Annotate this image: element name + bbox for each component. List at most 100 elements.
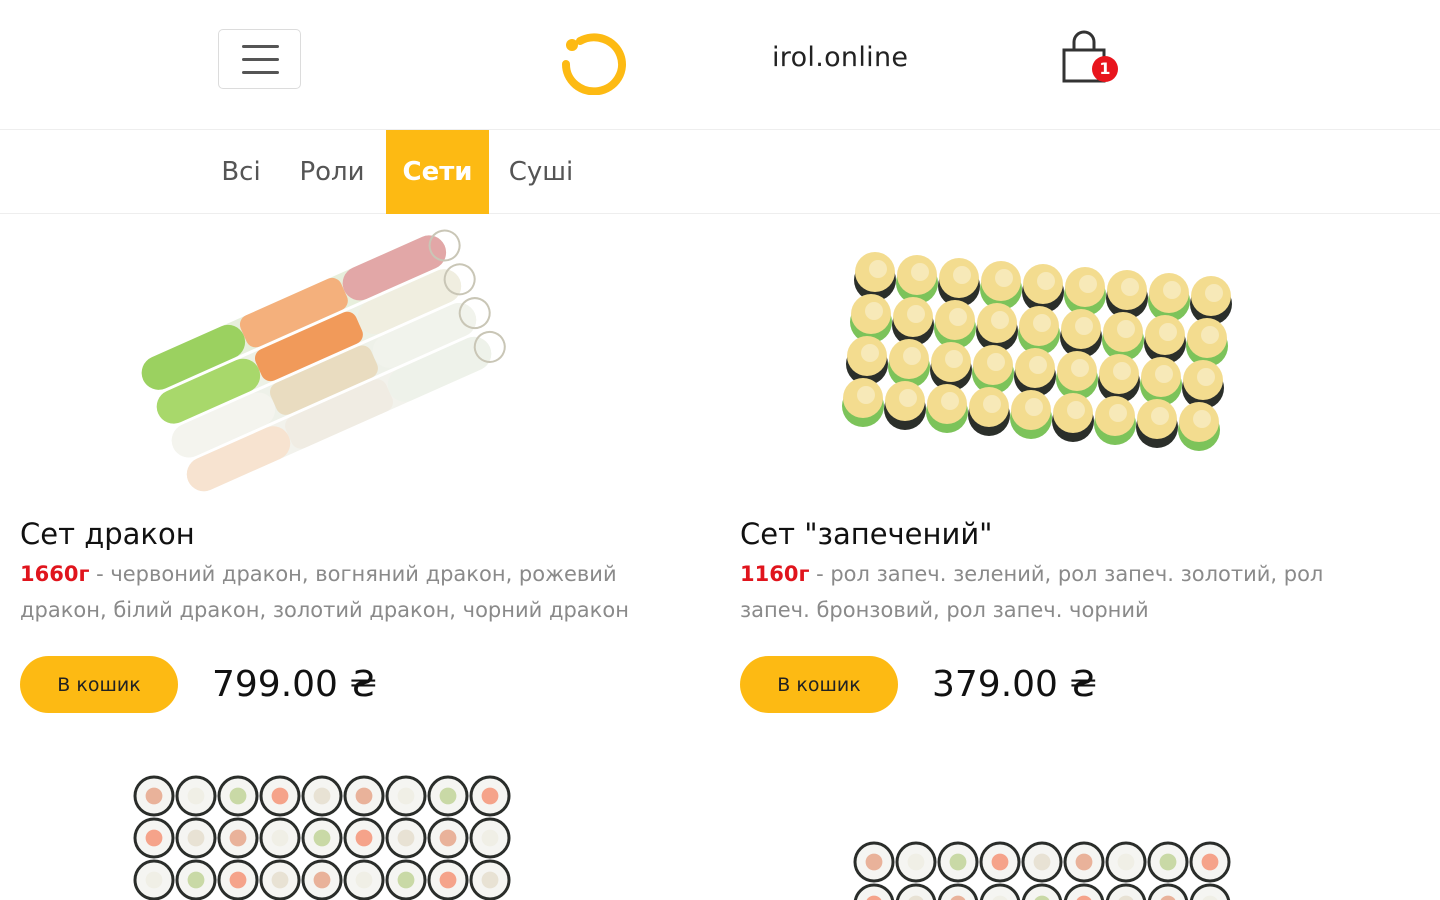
sushi-piece — [229, 829, 247, 847]
sushi-piece — [991, 853, 1009, 871]
add-to-cart-button[interactable]: В кошик — [20, 656, 178, 713]
sushi-piece — [1159, 853, 1177, 871]
sushi-piece — [1033, 853, 1051, 871]
tab-all[interactable]: Всі — [210, 130, 272, 214]
cart-button[interactable]: 1 — [1060, 30, 1124, 86]
sushi-piece — [987, 353, 1005, 371]
sushi-piece — [949, 853, 967, 871]
sushi-piece — [229, 787, 247, 805]
sushi-piece — [991, 311, 1009, 329]
sushi-piece — [481, 829, 499, 847]
sushi-piece — [481, 871, 499, 889]
sushi-piece — [1159, 323, 1177, 341]
sushi-piece — [355, 871, 373, 889]
sushi-piece — [1067, 401, 1085, 419]
sushi-piece — [271, 787, 289, 805]
product-image-maki-set[interactable] — [120, 766, 520, 900]
sushi-piece — [903, 347, 921, 365]
product-title[interactable]: Сет дракон — [20, 514, 195, 554]
product-composition: - рол запеч. зелений, рол запеч. золотий… — [740, 562, 1324, 622]
sushi-piece — [397, 829, 415, 847]
sushi-piece — [869, 260, 887, 278]
sushi-piece — [439, 871, 457, 889]
sushi-piece — [1075, 853, 1093, 871]
sushi-piece — [865, 302, 883, 320]
sushi-piece — [1109, 404, 1127, 422]
sushi-piece — [1117, 320, 1135, 338]
menu-icon-line — [242, 45, 279, 48]
sushi-piece — [481, 787, 499, 805]
sushi-piece — [1079, 275, 1097, 293]
sushi-piece — [1193, 410, 1211, 428]
product-image-baked-set[interactable] — [740, 234, 1440, 484]
menu-button[interactable] — [218, 29, 301, 89]
product-image-dragon-set[interactable] — [20, 229, 720, 492]
sushi-piece — [945, 350, 963, 368]
menu-icon-line — [242, 71, 279, 74]
product-title[interactable]: Сет "запечений" — [740, 514, 993, 554]
sushi-piece — [145, 787, 163, 805]
add-to-cart-button[interactable]: В кошик — [740, 656, 898, 713]
site-name[interactable]: irol.online — [772, 40, 908, 76]
sushi-piece — [229, 871, 247, 889]
sushi-piece — [983, 395, 1001, 413]
sushi-piece — [1121, 278, 1139, 296]
site-header: irol.online 1 — [0, 0, 1440, 130]
sushi-piece — [397, 787, 415, 805]
sushi-piece — [1075, 317, 1093, 335]
sushi-piece — [187, 871, 205, 889]
sushi-piece — [313, 787, 331, 805]
product-description: 1660г - червоний дракон, вогняний дракон… — [20, 556, 660, 628]
product-description: 1160г - рол запеч. зелений, рол запеч. з… — [740, 556, 1380, 628]
sushi-piece — [899, 389, 917, 407]
sushi-piece — [1151, 407, 1169, 425]
sushi-piece — [145, 829, 163, 847]
cart-count-badge: 1 — [1092, 56, 1118, 82]
sushi-piece — [1201, 326, 1219, 344]
sushi-piece — [861, 344, 879, 362]
sushi-piece — [355, 829, 373, 847]
sushi-piece — [1117, 853, 1135, 871]
sushi-piece — [907, 305, 925, 323]
sushi-piece — [1155, 365, 1173, 383]
sushi-piece — [1037, 272, 1055, 290]
sushi-piece — [857, 386, 875, 404]
sushi-piece — [865, 853, 883, 871]
sushi-piece — [1201, 853, 1219, 871]
tab-sushi[interactable]: Суші — [502, 130, 580, 214]
tab-rolls[interactable]: Роли — [292, 130, 372, 214]
sushi-piece — [995, 269, 1013, 287]
product-weight: 1660г — [20, 562, 90, 586]
sushi-piece — [145, 871, 163, 889]
sushi-piece — [1025, 398, 1043, 416]
sushi-piece — [271, 871, 289, 889]
sushi-piece — [907, 853, 925, 871]
sushi-piece — [941, 392, 959, 410]
sushi-piece — [187, 787, 205, 805]
product-composition: - червоний дракон, вогняний дракон, роже… — [20, 562, 629, 622]
sushi-piece — [1205, 284, 1223, 302]
sushi-piece — [355, 787, 373, 805]
tab-sets[interactable]: Сети — [386, 130, 489, 214]
sushi-piece — [397, 871, 415, 889]
sushi-piece — [1033, 314, 1051, 332]
sushi-piece — [271, 829, 289, 847]
sushi-piece — [313, 829, 331, 847]
sushi-piece — [1029, 356, 1047, 374]
logo-ring-icon[interactable] — [558, 27, 630, 95]
product-image-maki-set[interactable] — [840, 828, 1240, 900]
product-price: 799.00 ₴ — [212, 664, 378, 705]
sushi-piece — [911, 263, 929, 281]
sushi-piece — [313, 871, 331, 889]
sushi-piece — [439, 829, 457, 847]
product-weight: 1160г — [740, 562, 810, 586]
sushi-piece — [439, 787, 457, 805]
sushi-piece — [187, 829, 205, 847]
sushi-piece — [1113, 362, 1131, 380]
menu-icon-line — [242, 58, 279, 61]
sushi-piece — [1163, 281, 1181, 299]
product-price: 379.00 ₴ — [932, 664, 1098, 705]
sushi-piece — [953, 266, 971, 284]
sushi-piece — [949, 308, 967, 326]
sushi-piece — [1071, 359, 1089, 377]
